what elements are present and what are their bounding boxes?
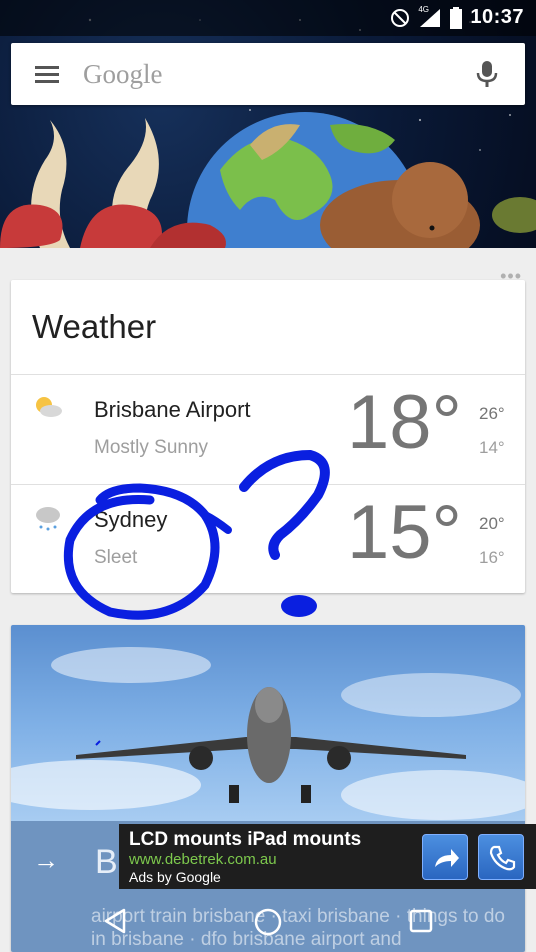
network-type-label: 4G [418,4,430,14]
weather-card[interactable]: Weather Brisbane Airport Mostly Sunny 18… [11,280,525,593]
weather-condition: Mostly Sunny [94,437,209,458]
google-doodle[interactable] [0,0,536,248]
menu-icon[interactable] [35,62,59,87]
arrow-right-icon[interactable]: → [33,845,59,876]
search-bar[interactable]: Google [11,43,525,105]
partly-sunny-icon [36,397,62,417]
ad-banner[interactable]: LCD mounts iPad mounts www.debetrek.com.… [119,824,536,889]
low-temperature: 14° [479,438,505,457]
recents-icon[interactable] [406,906,436,936]
weather-condition: Sleet [94,547,138,568]
clock: 10:37 [470,6,524,28]
home-icon[interactable] [252,906,284,938]
card-title: B [95,843,118,881]
low-temperature: 16° [479,548,505,567]
weather-row-brisbane[interactable]: Brisbane Airport Mostly Sunny 18° 26° 14… [11,375,525,485]
ad-url[interactable]: www.debetrek.com.au [129,851,277,868]
high-temperature: 20° [479,514,505,533]
airplane-photo [11,625,525,825]
sleet-icon [36,507,60,531]
current-temperature: 18° [347,380,462,465]
doodle-art [0,18,536,248]
ad-share-button[interactable] [422,834,468,880]
microphone-icon[interactable] [475,59,499,89]
weather-card-title: Weather [32,308,157,345]
ad-call-button[interactable] [478,834,524,880]
cell-signal-icon: 4G [418,4,442,29]
ad-headline[interactable]: LCD mounts iPad mounts [129,829,361,851]
navigation-bar [0,890,536,952]
location-name: Sydney [94,507,168,532]
battery-icon [450,6,463,29]
search-brand-logo[interactable]: Google [83,59,162,90]
current-temperature: 15° [347,490,462,575]
location-name: Brisbane Airport [94,397,251,422]
do-not-disturb-icon [391,8,410,27]
back-icon[interactable] [100,906,130,936]
ad-attribution: Ads by Google [129,869,221,885]
high-temperature: 26° [479,404,505,423]
status-bar: 4G 10:37 [0,0,536,36]
forward-arrow-icon [435,849,459,867]
weather-row-sydney[interactable]: Sydney Sleet 15° 20° 16° [11,485,525,595]
phone-icon [489,845,516,871]
